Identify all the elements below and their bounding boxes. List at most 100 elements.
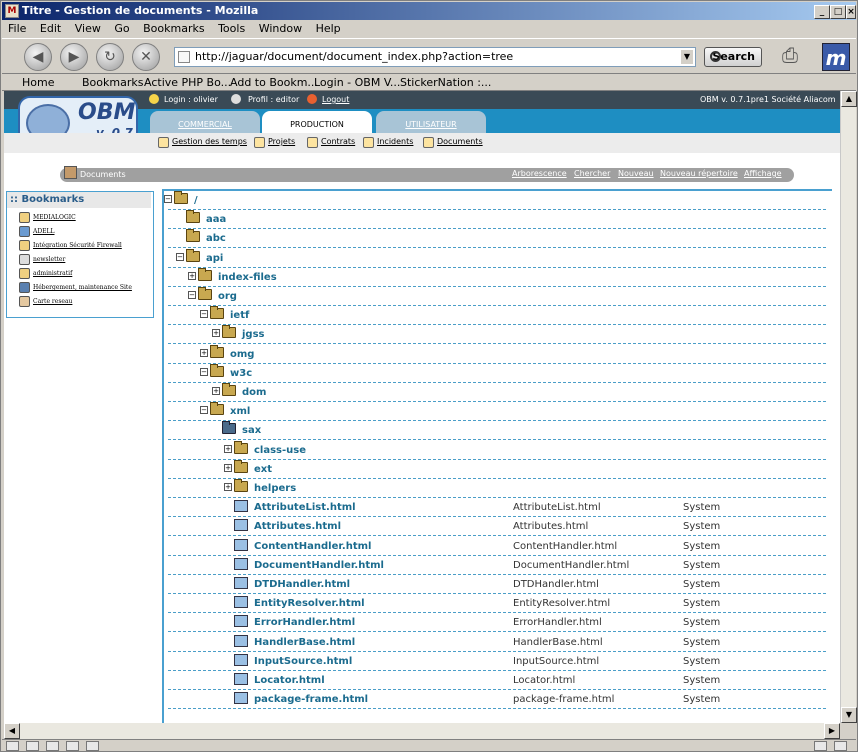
expand-icon[interactable]: + (200, 348, 208, 357)
file-row[interactable]: DTDHandler.html DTDHandler.html System (168, 575, 826, 594)
item-name[interactable]: helpers (254, 483, 296, 494)
menu-bookmarks[interactable]: Bookmarks (143, 22, 204, 35)
mail-icon[interactable] (26, 741, 39, 751)
subnav-incidents[interactable]: Incidents (363, 137, 413, 148)
action-nouveau[interactable]: Nouveau (618, 169, 654, 178)
item-name[interactable]: DocumentHandler.html (254, 560, 384, 571)
folder-row[interactable]: − w3c (168, 363, 826, 383)
vertical-scrollbar[interactable]: ▲ ▼ (840, 91, 857, 723)
folder-row[interactable]: + index-files (168, 267, 826, 287)
subnav-gestion-temps[interactable]: Gestion des temps (158, 137, 247, 148)
folder-row[interactable]: sax (168, 421, 826, 441)
folder-row[interactable]: + jgss (168, 325, 826, 345)
item-name[interactable]: ContentHandler.html (254, 541, 371, 552)
item-name[interactable]: ErrorHandler.html (254, 617, 355, 628)
close-button[interactable]: × (846, 5, 856, 19)
folder-row[interactable]: − / (164, 191, 826, 210)
folder-row[interactable]: − xml (168, 402, 826, 422)
folder-row[interactable]: + helpers (168, 479, 826, 498)
item-name[interactable]: dom (242, 387, 266, 398)
item-name[interactable]: InputSource.html (254, 656, 352, 667)
tab-commercial[interactable]: COMMERCIAL (150, 111, 260, 135)
item-name[interactable]: org (218, 291, 237, 302)
url-bar[interactable]: http://jaguar/document/document_index.ph… (174, 47, 696, 67)
print-icon[interactable]: ⎙ (782, 43, 810, 69)
bookmark-item[interactable]: ADELL (33, 228, 55, 235)
file-row[interactable]: ErrorHandler.html ErrorHandler.html System (168, 613, 826, 633)
folder-row[interactable]: + dom (168, 383, 826, 402)
bookmark-item[interactable]: Hébergement, maintenance Site (33, 284, 132, 291)
folder-row[interactable]: − ietf (168, 306, 826, 326)
item-name[interactable]: DTDHandler.html (254, 579, 350, 590)
menu-go[interactable]: Go (114, 22, 129, 35)
menu-view[interactable]: View (75, 22, 101, 35)
collapse-icon[interactable]: − (188, 291, 196, 299)
collapse-icon[interactable]: − (164, 195, 172, 203)
folder-row[interactable]: abc (168, 229, 826, 249)
file-row[interactable]: ContentHandler.html ContentHandler.html Sy… (168, 537, 826, 556)
maximize-button[interactable]: □ (830, 5, 846, 19)
item-name[interactable]: Locator.html (254, 675, 325, 686)
tab-utilisateur[interactable]: UTILISATEUR (376, 111, 486, 135)
menu-edit[interactable]: Edit (40, 22, 61, 35)
action-nouveau-repertoire[interactable]: Nouveau répertoire (660, 169, 738, 178)
file-row[interactable]: Locator.html Locator.html System (168, 671, 826, 690)
file-row[interactable]: InputSource.html InputSource.html System (168, 652, 826, 671)
folder-row[interactable]: aaa (168, 210, 826, 230)
item-name[interactable]: api (206, 253, 223, 264)
expand-icon[interactable]: + (212, 387, 220, 395)
item-name[interactable]: AttributeList.html (254, 502, 356, 513)
bookmark-stickernation[interactable]: StickerNation :... (400, 74, 491, 91)
bookmark-item[interactable]: MEDIALOGIC (33, 214, 76, 221)
item-name[interactable]: package-frame.html (254, 694, 368, 705)
file-row[interactable]: DocumentHandler.html DocumentHandler.html… (168, 556, 826, 575)
item-name[interactable]: sax (242, 425, 261, 436)
bookmark-item[interactable]: administratif (33, 270, 72, 277)
folder-row[interactable]: + class-use (168, 440, 826, 460)
expand-icon[interactable]: + (188, 271, 196, 280)
collapse-icon[interactable]: − (200, 367, 208, 376)
subnav-projets[interactable]: Projets (254, 137, 295, 148)
folder-row[interactable]: + ext (168, 459, 826, 479)
bookmark-home[interactable]: Home (22, 74, 54, 91)
search-button[interactable]: Search (704, 47, 762, 67)
item-name[interactable]: xml (230, 406, 250, 417)
composer-icon[interactable] (66, 741, 79, 751)
folder-row[interactable]: − org (168, 287, 826, 306)
menu-tools[interactable]: Tools (218, 22, 245, 35)
item-name[interactable]: EntityResolver.html (254, 598, 365, 609)
collapse-icon[interactable]: − (200, 406, 208, 415)
collapse-icon[interactable]: − (200, 310, 208, 319)
file-row[interactable]: HandlerBase.html HandlerBase.html System (168, 633, 826, 652)
address-book-icon[interactable] (86, 741, 99, 751)
back-button[interactable]: ◀ (24, 43, 52, 71)
subnav-documents[interactable]: Documents (423, 137, 483, 148)
expand-icon[interactable]: + (212, 329, 220, 338)
item-name[interactable]: index-files (218, 272, 277, 283)
scroll-up-arrow[interactable]: ▲ (841, 91, 857, 107)
horizontal-scrollbar[interactable]: ◀ ▶ (4, 723, 840, 739)
chat-icon[interactable] (46, 741, 59, 751)
action-chercher[interactable]: Chercher (574, 169, 610, 178)
expand-icon[interactable]: + (224, 483, 232, 491)
bookmark-item[interactable]: Carte reseau (33, 298, 72, 305)
action-affichage[interactable]: Affichage (744, 169, 782, 178)
bookmark-item[interactable]: newsletter (33, 256, 65, 263)
bookmark-active-php[interactable]: Active PHP Bo... (144, 74, 231, 91)
minimize-button[interactable]: _ (814, 5, 830, 19)
action-arborescence[interactable]: Arborescence (512, 169, 567, 178)
scroll-down-arrow[interactable]: ▼ (841, 707, 857, 723)
file-row[interactable]: package-frame.html package-frame.html Syst… (168, 690, 826, 710)
item-name[interactable]: ext (254, 464, 272, 475)
url-dropdown-icon[interactable]: ▼ (681, 50, 693, 64)
item-name[interactable]: class-use (254, 445, 306, 456)
folder-row[interactable]: − api (168, 248, 826, 268)
item-name[interactable]: HandlerBase.html (254, 637, 355, 648)
item-name[interactable]: Attributes.html (254, 521, 341, 532)
menu-window[interactable]: Window (259, 22, 302, 35)
item-name[interactable]: omg (230, 349, 254, 360)
forward-button[interactable]: ▶ (60, 43, 88, 71)
stop-button[interactable]: ✕ (132, 43, 160, 71)
scroll-left-arrow[interactable]: ◀ (4, 723, 20, 739)
expand-icon[interactable]: + (224, 444, 232, 453)
